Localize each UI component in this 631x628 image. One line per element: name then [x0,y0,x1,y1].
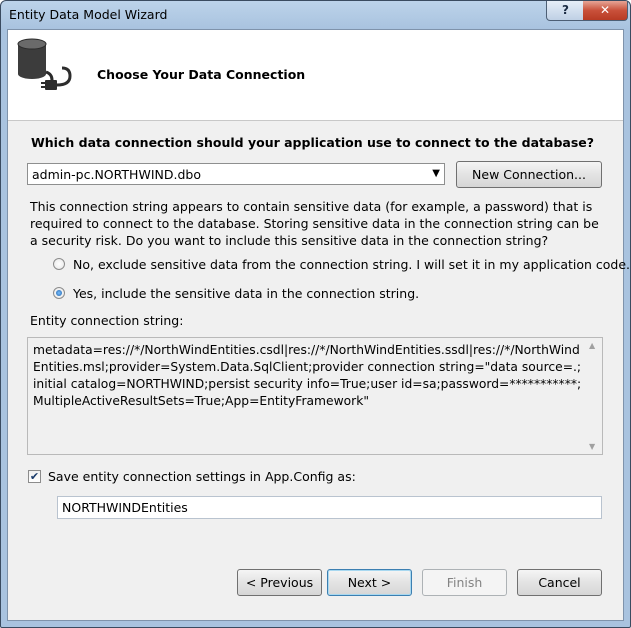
radio-exclude-label[interactable]: No, exclude sensitive data from the conn… [73,257,630,272]
title-bar: Entity Data Model Wizard ? ✕ [1,1,630,29]
appconfig-name-value: NORTHWINDEntities [62,500,188,515]
scroll-down-icon[interactable]: ▼ [589,442,595,451]
connection-dropdown-value: admin-pc.NORTHWIND.dbo [32,167,201,182]
radio-button[interactable] [53,258,65,270]
entity-connection-textarea[interactable]: metadata=res://*/NorthWindEntities.csdl|… [27,337,603,455]
header-title: Choose Your Data Connection [97,67,306,82]
database-plug-icon [17,38,72,90]
connection-question: Which data connection should your applic… [31,135,595,150]
appconfig-name-field[interactable]: NORTHWINDEntities [57,496,602,519]
next-button[interactable]: Next > [327,569,412,596]
wizard-window: Entity Data Model Wizard ? ✕ Choose Your… [0,0,631,628]
save-settings-label[interactable]: Save entity connection settings in App.C… [48,469,356,484]
entity-connection-value: metadata=res://*/NorthWindEntities.csdl|… [33,343,582,408]
entity-connection-label: Entity connection string: [30,313,184,328]
wizard-header: Choose Your Data Connection [8,30,623,121]
chevron-down-icon[interactable]: ▼ [432,168,440,179]
scroll-up-icon[interactable]: ▲ [589,341,595,350]
window-title: Entity Data Model Wizard [9,7,168,22]
close-button[interactable]: ✕ [583,1,628,21]
cancel-button[interactable]: Cancel [517,569,602,596]
help-button[interactable]: ? [546,1,585,21]
radio-include-label[interactable]: Yes, include the sensitive data in the c… [73,286,419,301]
sensitive-data-warning: This connection string appears to contai… [30,199,599,248]
finish-button[interactable]: Finish [422,569,507,596]
new-connection-button[interactable]: New Connection... [456,161,602,188]
save-settings-checkbox[interactable]: ✔ [28,470,41,483]
previous-button[interactable]: < Previous [237,569,322,596]
dialog-client: Choose Your Data Connection Which data c… [7,29,630,621]
connection-dropdown[interactable]: admin-pc.NORTHWIND.dbo ▼ [27,163,445,185]
vertical-scrollbar[interactable]: ▲ ▼ [586,338,602,454]
radio-button-selected[interactable] [53,287,65,299]
